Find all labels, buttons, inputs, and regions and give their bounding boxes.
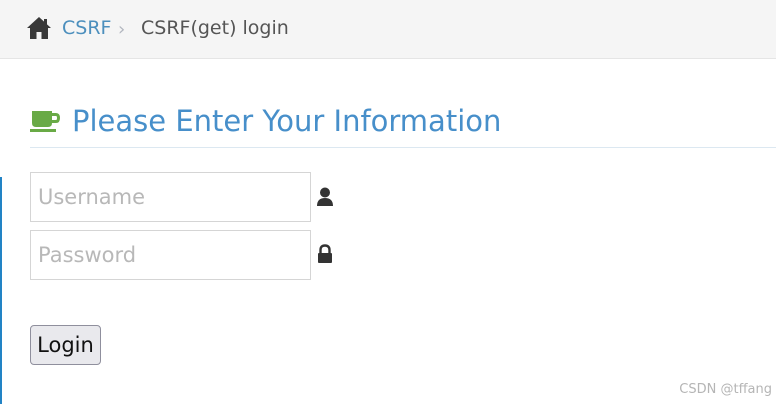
- coffee-cup-icon: [30, 111, 60, 132]
- form-title: Please Enter Your Information: [72, 104, 502, 138]
- breadcrumb-link-csrf[interactable]: CSRF: [62, 16, 111, 40]
- breadcrumb-separator: ›: [118, 19, 126, 40]
- lock-icon: [318, 244, 332, 263]
- user-icon: [317, 187, 333, 206]
- breadcrumb-current: CSRF(get) login: [141, 17, 289, 39]
- watermark: CSDN @tffang: [679, 382, 772, 397]
- username-field[interactable]: [30, 172, 311, 222]
- password-field[interactable]: [30, 230, 311, 280]
- title-divider: [30, 147, 776, 148]
- breadcrumb: CSRF › CSRF(get) login: [0, 0, 776, 59]
- home-icon[interactable]: [26, 16, 52, 40]
- left-accent-bar: [0, 177, 2, 404]
- login-button[interactable]: Login: [30, 325, 101, 365]
